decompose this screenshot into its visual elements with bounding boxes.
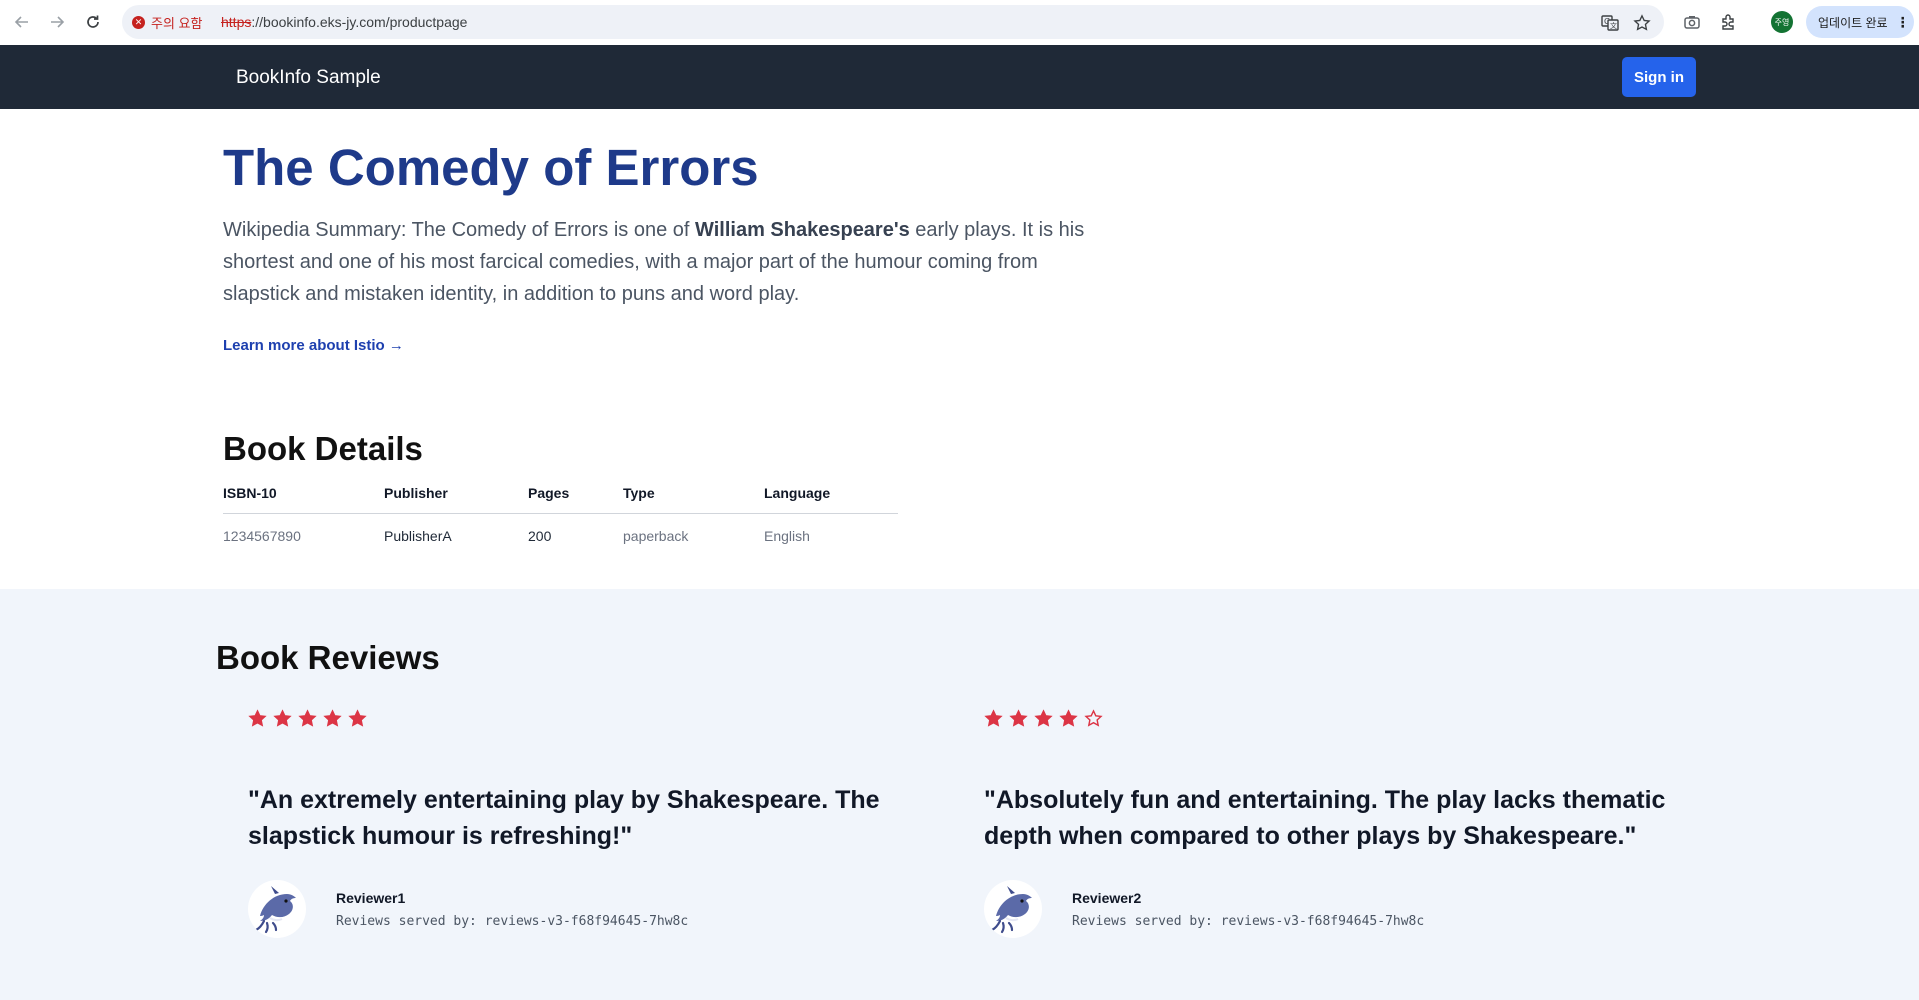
url-text[interactable]: https://bookinfo.eks-jy.com/productpage: [221, 14, 467, 30]
url-scheme: https: [221, 14, 252, 30]
star-filled-icon: [1009, 708, 1028, 727]
table-header-row: ISBN-10 Publisher Pages Type Language: [223, 474, 898, 514]
book-title: The Comedy of Errors: [223, 139, 759, 196]
language-cell: English: [764, 528, 810, 545]
column-header: Pages: [528, 474, 623, 514]
forward-arrow-icon[interactable]: [44, 9, 70, 35]
book-details-heading: Book Details: [223, 430, 423, 467]
learn-more-link[interactable]: Learn more about Istio →: [223, 337, 404, 354]
reload-icon[interactable]: [80, 9, 106, 35]
book-summary: Wikipedia Summary: The Comedy of Errors …: [223, 214, 1103, 310]
column-header: Publisher: [384, 474, 528, 514]
book-details-table: ISBN-10 Publisher Pages Type Language 12…: [223, 474, 898, 559]
extensions-icon[interactable]: [1718, 11, 1740, 33]
reviews-section: Book Reviews "An extremely entertaining …: [0, 589, 1919, 1000]
profile-avatar[interactable]: 주영: [1771, 11, 1793, 33]
review-text: "Absolutely fun and entertaining. The pl…: [984, 786, 1666, 850]
address-bar[interactable]: ✕ 주의 요함 https://bookinfo.eks-jy.com/prod…: [122, 5, 1664, 39]
review-card: "An extremely entertaining play by Shake…: [248, 706, 948, 940]
security-label: 주의 요함: [151, 15, 203, 31]
browser-toolbar: ✕ 주의 요함 https://bookinfo.eks-jy.com/prod…: [0, 0, 1919, 45]
star-filled-icon: [323, 708, 342, 727]
column-header: ISBN-10: [223, 474, 384, 514]
table-row: 1234567890 PublisherA 200 paperback Engl…: [223, 513, 898, 559]
star-filled-icon: [1034, 708, 1053, 727]
review-text: "An extremely entertaining play by Shake…: [248, 786, 880, 850]
reviewer-info: Reviewer2 Reviews served by: reviews-v3-…: [984, 880, 1684, 940]
reviewer-info: Reviewer1 Reviews served by: reviews-v3-…: [248, 880, 948, 940]
star-rating: [248, 706, 948, 730]
screenshot-icon[interactable]: [1681, 11, 1703, 33]
security-chip[interactable]: ✕ 주의 요함: [132, 12, 202, 32]
book-reviews-heading: Book Reviews: [216, 639, 440, 676]
bookmark-star-icon[interactable]: [1632, 13, 1652, 33]
reviewer-name: Reviewer2: [1072, 890, 1142, 906]
dolphin-avatar-icon: [984, 880, 1042, 938]
dolphin-avatar-icon: [248, 880, 306, 938]
type-cell: paperback: [623, 528, 689, 545]
served-by-text: Reviews served by: reviews-v3-f68f94645-…: [336, 914, 689, 929]
star-filled-icon: [348, 708, 367, 727]
brand-title[interactable]: BookInfo Sample: [236, 67, 381, 89]
back-arrow-icon[interactable]: [9, 9, 35, 35]
insecure-icon: ✕: [132, 15, 145, 29]
url-path: ://bookinfo.eks-jy.com/productpage: [251, 14, 468, 30]
svg-text:文: 文: [1610, 21, 1617, 30]
pages-cell: 200: [528, 528, 552, 545]
star-filled-icon: [1059, 708, 1078, 727]
column-header: Language: [764, 474, 898, 514]
publisher-cell: PublisherA: [384, 528, 452, 545]
update-button[interactable]: 업데이트 완료 ⋮: [1806, 6, 1914, 38]
update-label: 업데이트 완료: [1818, 15, 1888, 30]
summary-author: William Shakespeare's: [695, 219, 910, 241]
sign-in-button[interactable]: Sign in: [1622, 57, 1696, 97]
more-vert-icon: ⋮: [1895, 13, 1910, 30]
translate-icon[interactable]: G文: [1600, 13, 1620, 33]
star-filled-icon: [298, 708, 317, 727]
star-outline-icon: [1084, 708, 1103, 727]
review-card: "Absolutely fun and entertaining. The pl…: [984, 706, 1684, 940]
column-header: Type: [623, 474, 764, 514]
star-filled-icon: [984, 708, 1003, 727]
app-navbar: BookInfo Sample Sign in: [0, 45, 1919, 109]
star-filled-icon: [273, 708, 292, 727]
served-by-text: Reviews served by: reviews-v3-f68f94645-…: [1072, 914, 1425, 929]
reviewer-name: Reviewer1: [336, 890, 406, 906]
isbn-cell: 1234567890: [223, 528, 301, 545]
star-filled-icon: [248, 708, 267, 727]
star-rating: [984, 706, 1684, 730]
summary-prefix: Wikipedia Summary: The Comedy of Errors …: [223, 219, 696, 241]
